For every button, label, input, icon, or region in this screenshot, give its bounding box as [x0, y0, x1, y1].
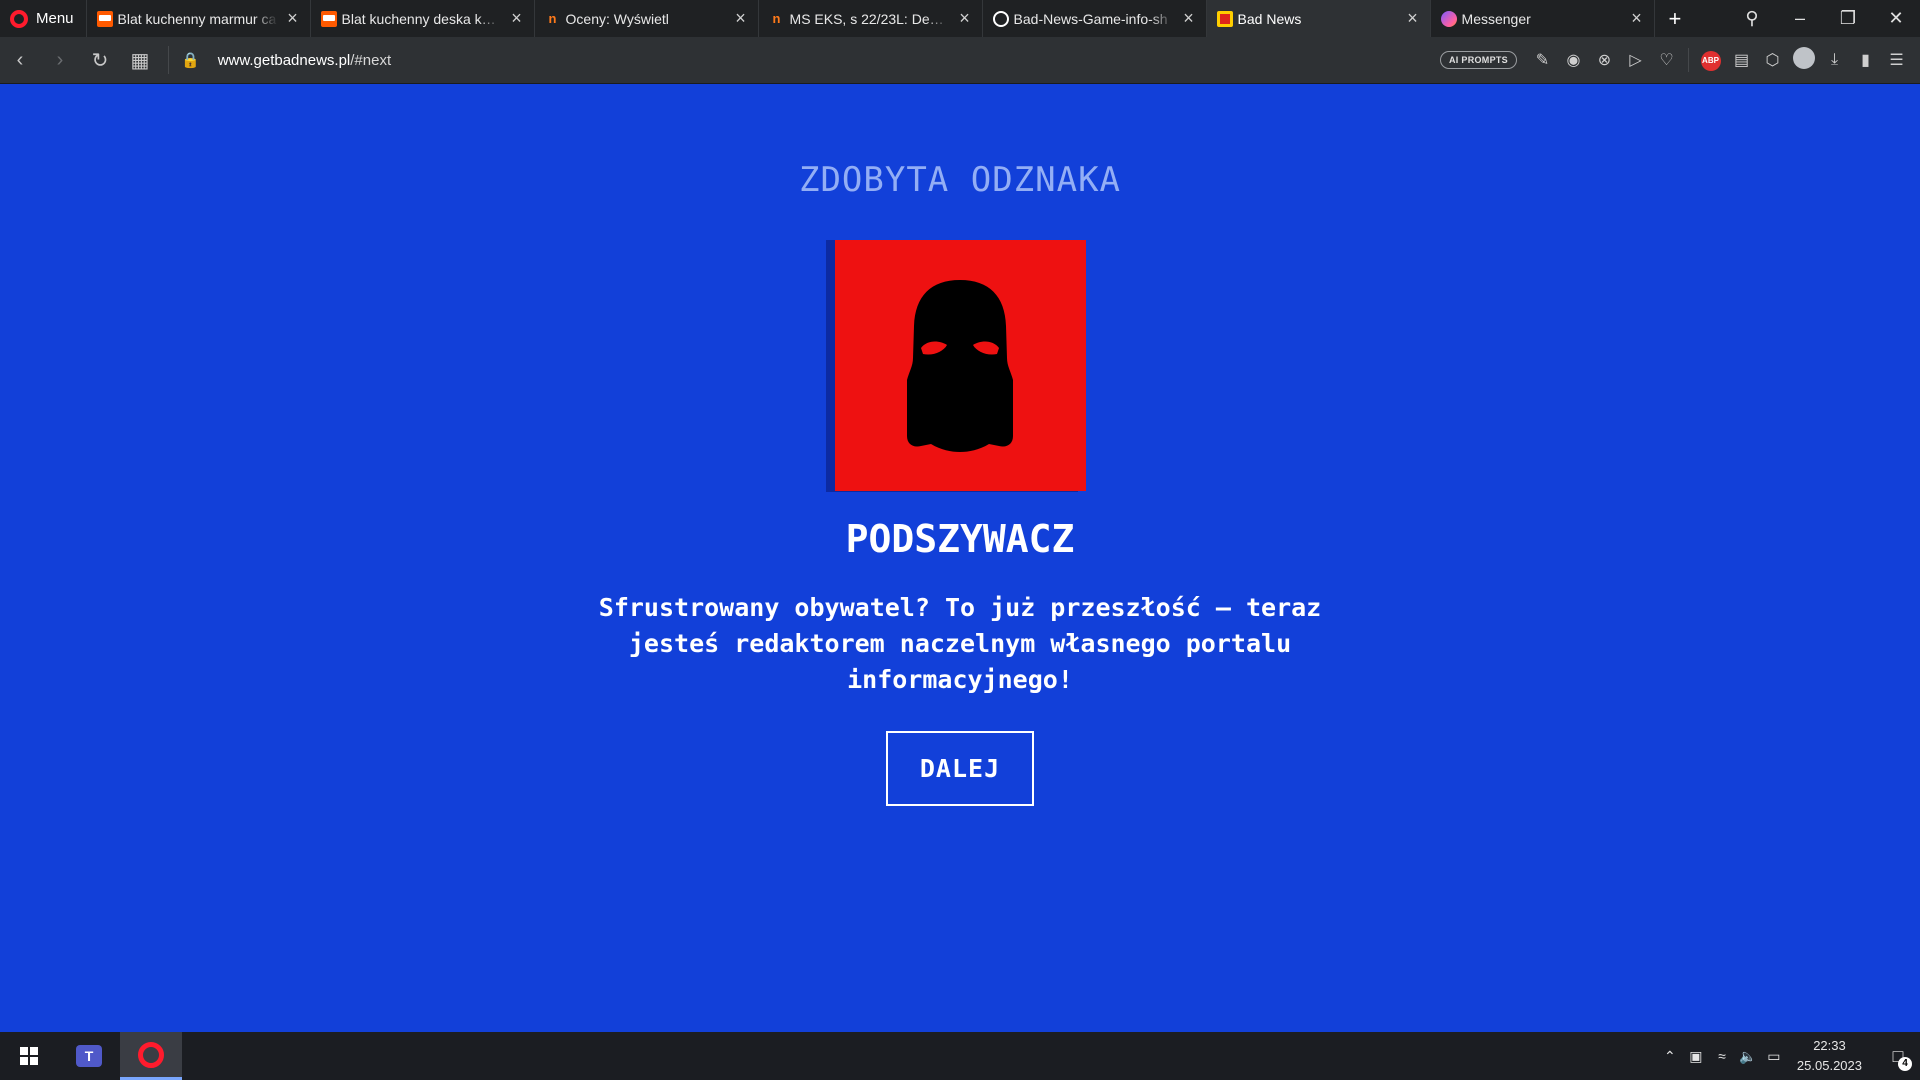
easy-setup-icon[interactable]: ☰ [1881, 50, 1912, 70]
toolbar-divider [1688, 48, 1689, 72]
opera-icon [138, 1041, 164, 1068]
network-icon[interactable]: ▣ [1683, 1048, 1709, 1065]
browser-tab[interactable]: n MS EKS, s 22/23L: Dezinfo × [757, 0, 982, 37]
edit-icon[interactable]: ✎ [1527, 50, 1558, 70]
send-icon[interactable]: ▷ [1620, 50, 1651, 70]
download-icon[interactable]: ⤓ [1819, 51, 1850, 69]
battery-saver-icon[interactable]: ▮ [1850, 50, 1881, 70]
address-divider [168, 46, 169, 74]
url-field[interactable]: www.getbadnews.pl/#next [218, 52, 391, 69]
search-tabs-icon[interactable]: ⚲ [1728, 8, 1776, 29]
lock-icon[interactable]: 🔒 [181, 51, 200, 69]
reload-icon[interactable]: ↻ [80, 48, 120, 73]
restore-icon[interactable]: ❐ [1824, 8, 1872, 29]
browser-tab[interactable]: Bad-News-Game-info-sh × [981, 0, 1206, 37]
notification-center-icon[interactable]: □ 4 [1876, 1046, 1920, 1071]
block-icon[interactable]: ⊗ [1589, 50, 1620, 70]
opera-logo-icon [10, 9, 28, 28]
browser-tab[interactable]: Blat kuchenny marmur ca × [85, 0, 310, 37]
windows-taskbar: T ⌃ ▣ ≈ 🔈 ▭ 22:33 25.05.2023 □ 4 [0, 1032, 1920, 1080]
close-tab-icon[interactable]: × [284, 8, 302, 29]
tab-title: Bad-News-Game-info-sh [1013, 10, 1168, 27]
bad-news-page: ZDOBYTA ODZNAKA PODSZYWACZ Sfrustrowany … [0, 84, 1920, 1032]
tab-title: Blat kuchenny marmur ca [117, 10, 277, 27]
oceny-favicon-icon: n [548, 10, 557, 26]
menu-label: Menu [36, 10, 74, 27]
ai-prompts-button[interactable]: AI PROMPTS [1439, 51, 1517, 69]
close-tab-icon[interactable]: × [956, 8, 974, 29]
close-window-icon[interactable]: ✕ [1872, 8, 1920, 29]
address-bar: ‹ › ↻ ▦ 🔒 www.getbadnews.pl/#next AI PRO… [0, 37, 1920, 84]
browser-tab[interactable]: Bad News × [1205, 0, 1430, 37]
windows-logo-icon [20, 1047, 38, 1065]
clock-time: 22:33 [1813, 1038, 1846, 1053]
system-tray: ⌃ ▣ ≈ 🔈 ▭ 22:33 25.05.2023 □ 4 [1657, 1032, 1920, 1080]
cube-icon[interactable]: ⬡ [1757, 50, 1788, 70]
start-button[interactable] [0, 1032, 58, 1080]
battery-icon[interactable]: ▭ [1761, 1048, 1787, 1065]
balaclava-icon [907, 280, 1013, 452]
badge-card [826, 240, 1086, 500]
tab-title: Oceny: Wyświetl [565, 10, 669, 27]
clock-date: 25.05.2023 [1796, 1058, 1862, 1073]
wallet-icon[interactable]: ▤ [1726, 50, 1757, 70]
adblock-plus-icon[interactable]: ABP [1695, 50, 1726, 71]
browser-tab-bar: Menu Blat kuchenny marmur ca × Blat kuchen… [0, 0, 1920, 37]
heart-icon[interactable]: ♡ [1651, 50, 1682, 70]
allegro-favicon-icon [320, 10, 337, 27]
minimize-icon[interactable]: – [1776, 8, 1824, 29]
close-tab-icon[interactable]: × [1628, 8, 1646, 29]
wifi-icon[interactable]: ≈ [1709, 1048, 1735, 1064]
globe-favicon-icon [992, 10, 1009, 27]
opera-taskbar-button[interactable] [120, 1032, 182, 1080]
bad-news-favicon-icon [1216, 10, 1233, 27]
tab-title: MS EKS, s 22/23L: Dezinfo [789, 10, 950, 27]
close-tab-icon[interactable]: × [732, 8, 750, 29]
tab-title: Blat kuchenny deska kara [341, 10, 502, 27]
opera-menu-button[interactable]: Menu [0, 0, 86, 37]
teams-taskbar-button[interactable]: T [58, 1032, 120, 1080]
notification-count: 4 [1898, 1056, 1912, 1071]
badge-name: PODSZYWACZ [845, 517, 1075, 561]
profile-icon[interactable] [1788, 46, 1819, 74]
next-button[interactable]: DALEJ [886, 731, 1034, 806]
teams-icon: T [76, 1045, 102, 1067]
forward-icon[interactable]: › [40, 49, 80, 72]
new-tab-button[interactable]: + [1653, 0, 1696, 37]
close-tab-icon[interactable]: × [1404, 8, 1422, 29]
browser-tab[interactable]: Messenger × [1429, 0, 1654, 37]
back-icon[interactable]: ‹ [0, 49, 40, 72]
url-domain: www.getbadnews.pl [217, 51, 351, 69]
badge-image [835, 240, 1086, 491]
badge-earned-heading: ZDOBYTA ODZNAKA [798, 160, 1122, 200]
speed-dial-icon[interactable]: ▦ [120, 48, 160, 73]
allegro-favicon-icon [96, 10, 113, 27]
oceny-favicon-icon: n [772, 10, 781, 26]
camera-icon[interactable]: ◉ [1558, 50, 1589, 70]
browser-tab[interactable]: n Oceny: Wyświetl × [533, 0, 758, 37]
toolbar-right: AI PROMPTS ✎ ◉ ⊗ ▷ ♡ ABP ▤ ⬡ ⤓ ▮ ☰ [1439, 46, 1920, 74]
window-controls: ⚲ – ❐ ✕ [1728, 0, 1920, 37]
messenger-favicon-icon [1440, 10, 1457, 27]
badge-description: Sfrustrowany obywatel? To już przeszłość… [598, 593, 1322, 694]
tab-title: Messenger [1461, 10, 1531, 27]
tray-chevron-icon[interactable]: ⌃ [1657, 1048, 1683, 1065]
abp-label: ABP [1700, 50, 1721, 71]
url-path: /#next [350, 51, 392, 69]
close-tab-icon[interactable]: × [1180, 8, 1198, 29]
tab-title: Bad News [1237, 10, 1302, 27]
clock[interactable]: 22:33 25.05.2023 [1797, 1036, 1862, 1076]
tab-strip: Blat kuchenny marmur ca × Blat kuchenny de… [85, 0, 1654, 37]
browser-tab[interactable]: Blat kuchenny deska kara × [309, 0, 534, 37]
close-tab-icon[interactable]: × [508, 8, 526, 29]
volume-icon[interactable]: 🔈 [1735, 1048, 1761, 1065]
